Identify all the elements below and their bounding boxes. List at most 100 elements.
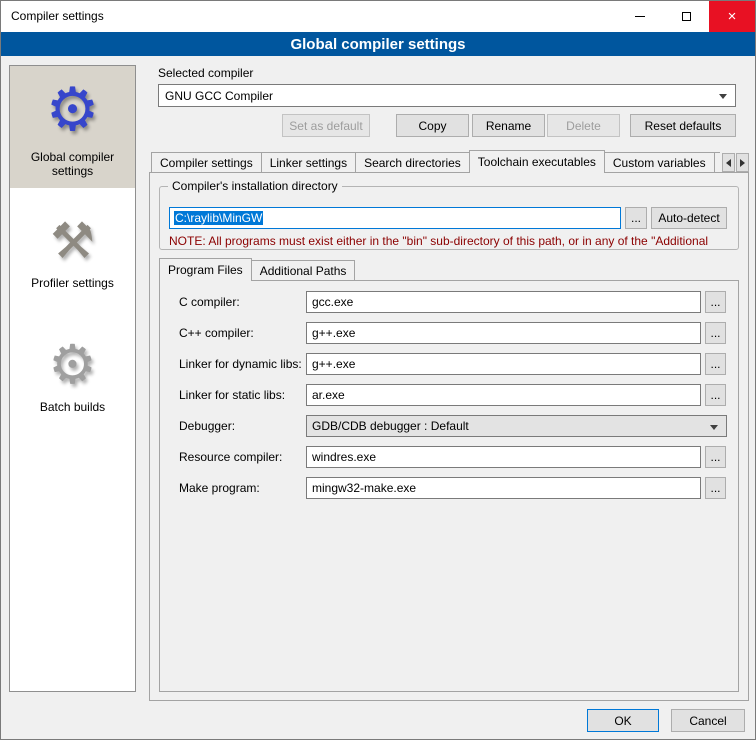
- install-dir-groupbox: Compiler's installation directory C:\ray…: [159, 186, 739, 250]
- tab-program-files[interactable]: Program Files: [159, 258, 252, 281]
- sidebar-item-profiler-settings[interactable]: ⚒ Profiler settings: [10, 202, 135, 300]
- dynamic-linker-browse-button[interactable]: ...: [705, 353, 726, 375]
- tab-scroll-right-icon: [740, 159, 745, 167]
- programs-tabstrip: Program Files Additional Paths: [159, 258, 739, 281]
- gear-gray-icon: ⚙: [12, 332, 133, 398]
- dialog-body: ⚙ Global compiler settings ⚒ Profiler se…: [1, 56, 755, 739]
- window-controls: ×: [617, 1, 755, 32]
- field-value: gcc.exe: [312, 295, 353, 309]
- cpp-compiler-input[interactable]: g++.exe: [306, 322, 701, 344]
- reset-defaults-button[interactable]: Reset defaults: [630, 114, 736, 137]
- field-row-debugger: Debugger: GDB/CDB debugger : Default: [160, 415, 738, 437]
- tab-label: Toolchain executables: [478, 155, 596, 169]
- copy-button[interactable]: Copy: [396, 114, 469, 137]
- autodetect-button[interactable]: Auto-detect: [651, 207, 727, 229]
- debugger-select[interactable]: GDB/CDB debugger : Default: [306, 415, 727, 437]
- cpp-compiler-browse-button[interactable]: ...: [705, 322, 726, 344]
- button-label: Cancel: [689, 714, 726, 728]
- hammer-icon: ⚒: [12, 208, 133, 274]
- c-compiler-input[interactable]: gcc.exe: [306, 291, 701, 313]
- tab-additional-paths[interactable]: Additional Paths: [251, 260, 356, 280]
- tab-custom-variables[interactable]: Custom variables: [604, 152, 715, 172]
- resource-compiler-browse-button[interactable]: ...: [705, 446, 726, 468]
- field-value: g++.exe: [312, 357, 355, 371]
- minimize-button[interactable]: [617, 1, 663, 32]
- field-label: Make program:: [179, 481, 260, 495]
- field-label: Resource compiler:: [179, 450, 282, 464]
- make-program-browse-button[interactable]: ...: [705, 477, 726, 499]
- tab-compiler-settings[interactable]: Compiler settings: [151, 152, 262, 172]
- field-label: C++ compiler:: [179, 326, 254, 340]
- set-as-default-button: Set as default: [282, 114, 370, 137]
- static-linker-browse-button[interactable]: ...: [705, 384, 726, 406]
- button-label: OK: [614, 714, 631, 728]
- install-dir-value: C:\raylib\MinGW: [174, 211, 263, 225]
- tab-build-options[interactable]: Buil: [714, 152, 720, 172]
- minimize-icon: [635, 16, 645, 17]
- sidebar-item-global-compiler-settings[interactable]: ⚙ Global compiler settings: [10, 66, 135, 188]
- button-label: Rename: [486, 119, 531, 133]
- compiler-select-value: GNU GCC Compiler: [165, 89, 273, 103]
- tab-toolchain-executables[interactable]: Toolchain executables: [469, 150, 605, 173]
- cancel-button[interactable]: Cancel: [671, 709, 745, 732]
- tab-label: Compiler settings: [160, 156, 253, 170]
- field-row-make-program: Make program: mingw32-make.exe ...: [160, 477, 738, 499]
- field-label: Linker for dynamic libs:: [179, 357, 302, 371]
- tab-label: Linker settings: [270, 156, 347, 170]
- dialog-header-title: Global compiler settings: [290, 36, 465, 53]
- button-label: ...: [710, 326, 720, 340]
- field-row-cpp-compiler: C++ compiler: g++.exe ...: [160, 322, 738, 344]
- toolchain-executables-panel: Compiler's installation directory C:\ray…: [149, 172, 749, 701]
- titlebar[interactable]: Compiler settings ×: [1, 1, 755, 32]
- close-icon: ×: [728, 9, 737, 24]
- button-label: ...: [710, 481, 720, 495]
- static-linker-input[interactable]: ar.exe: [306, 384, 701, 406]
- button-label: ...: [710, 388, 720, 402]
- sidebar-item-batch-builds[interactable]: ⚙ Batch builds: [10, 326, 135, 424]
- field-row-dynamic-linker: Linker for dynamic libs: g++.exe ...: [160, 353, 738, 375]
- compiler-select[interactable]: GNU GCC Compiler: [158, 84, 736, 107]
- gear-blue-icon: ⚙: [12, 72, 133, 148]
- sidebar-item-label: Global compiler settings: [12, 148, 133, 178]
- field-label: Debugger:: [179, 419, 235, 433]
- settings-tabstrip: Compiler settings Linker settings Search…: [151, 150, 720, 173]
- ok-button[interactable]: OK: [587, 709, 659, 732]
- sidebar-item-label: Batch builds: [12, 398, 133, 414]
- maximize-button[interactable]: [663, 1, 709, 32]
- dynamic-linker-input[interactable]: g++.exe: [306, 353, 701, 375]
- compiler-settings-window: Compiler settings × Global compiler sett…: [0, 0, 756, 740]
- tab-label: Search directories: [364, 156, 461, 170]
- tab-label: Program Files: [168, 263, 243, 277]
- field-value: g++.exe: [312, 326, 355, 340]
- chevron-down-icon: [710, 425, 718, 430]
- install-dir-note: NOTE: All programs must exist either in …: [169, 234, 735, 248]
- program-files-panel: C compiler: gcc.exe ... C++ compiler: g+…: [159, 280, 739, 692]
- chevron-down-icon: [719, 94, 727, 99]
- button-label: ...: [710, 450, 720, 464]
- button-label: ...: [710, 357, 720, 371]
- make-program-input[interactable]: mingw32-make.exe: [306, 477, 701, 499]
- selected-compiler-label: Selected compiler: [158, 66, 253, 80]
- tab-linker-settings[interactable]: Linker settings: [261, 152, 356, 172]
- field-value: windres.exe: [312, 450, 376, 464]
- install-dir-group-title: Compiler's installation directory: [168, 179, 342, 193]
- field-row-c-compiler: C compiler: gcc.exe ...: [160, 291, 738, 313]
- settings-category-sidebar: ⚙ Global compiler settings ⚒ Profiler se…: [9, 65, 136, 692]
- tab-scroll-right-button[interactable]: [736, 153, 749, 172]
- resource-compiler-input[interactable]: windres.exe: [306, 446, 701, 468]
- field-value: ar.exe: [312, 388, 345, 402]
- c-compiler-browse-button[interactable]: ...: [705, 291, 726, 313]
- close-button[interactable]: ×: [709, 1, 755, 32]
- field-value: mingw32-make.exe: [312, 481, 416, 495]
- button-label: Delete: [566, 119, 601, 133]
- field-row-resource-compiler: Resource compiler: windres.exe ...: [160, 446, 738, 468]
- tab-scroll-left-button[interactable]: [722, 153, 735, 172]
- field-label: Linker for static libs:: [179, 388, 285, 402]
- button-label: ...: [631, 211, 641, 225]
- install-dir-input[interactable]: C:\raylib\MinGW: [169, 207, 621, 229]
- rename-button[interactable]: Rename: [472, 114, 545, 137]
- delete-button: Delete: [547, 114, 620, 137]
- field-row-static-linker: Linker for static libs: ar.exe ...: [160, 384, 738, 406]
- tab-search-directories[interactable]: Search directories: [355, 152, 470, 172]
- install-dir-browse-button[interactable]: ...: [625, 207, 647, 229]
